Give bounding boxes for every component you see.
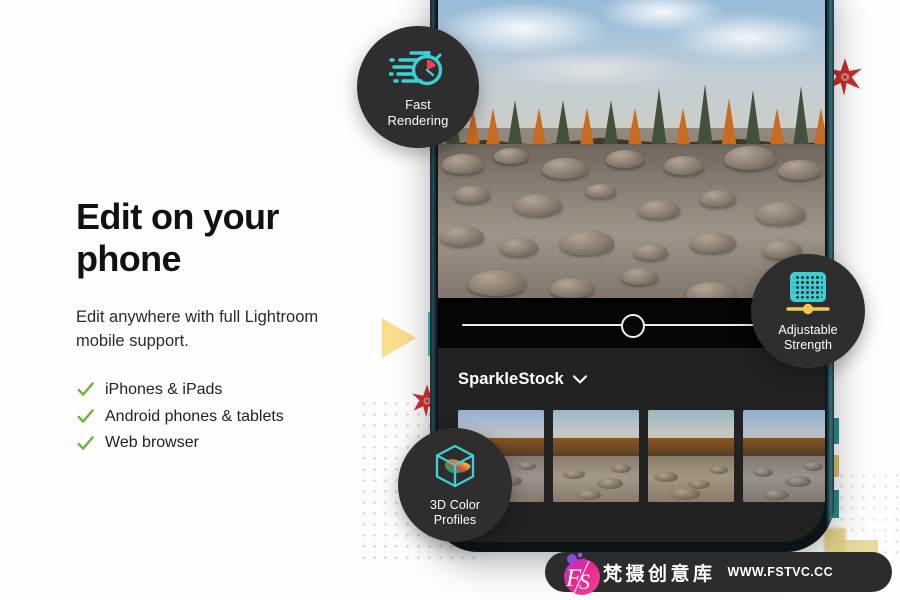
rock (778, 160, 822, 180)
rock (454, 186, 490, 203)
watermark-brand: 梵摄创意库 (603, 562, 716, 585)
thumb-grade (553, 410, 639, 502)
rock (586, 184, 616, 198)
rock (468, 270, 526, 296)
feature-list: iPhones & iPads Android phones & tablets… (76, 379, 376, 454)
list-item: Android phones & tablets (76, 406, 376, 428)
copy-block: Edit on your phone Edit anywhere with fu… (76, 196, 376, 459)
svg-text:S: S (579, 569, 590, 594)
stopwatch-speed-icon (389, 51, 443, 86)
preset-thumb-2[interactable] (553, 410, 639, 502)
preset-thumb-3[interactable] (648, 410, 734, 502)
preset-title: SparkleStock (458, 370, 564, 388)
list-item: Web browser (76, 432, 376, 454)
watermark-url: WWW.FSTVC.CC (727, 565, 833, 579)
dot-grid-right (836, 470, 900, 560)
fs-logo-icon: F S (564, 552, 600, 595)
preset-dropdown[interactable]: SparkleStock (438, 348, 825, 389)
check-icon (77, 382, 94, 397)
rock (634, 244, 668, 260)
color-cube-icon (435, 444, 475, 487)
rock (606, 150, 644, 168)
check-icon (77, 435, 94, 450)
feature-label: Web browser (105, 434, 199, 452)
subtitle: Edit anywhere with full Lightroom mobile… (76, 308, 319, 350)
chevron-down-icon[interactable] (572, 375, 587, 384)
rock (700, 190, 736, 207)
rock (664, 156, 704, 175)
halftone-slider-icon (786, 271, 830, 314)
thumb-grade (648, 410, 734, 502)
hero-photo (438, 0, 825, 298)
badge-label: 3D Color Profiles (429, 497, 481, 527)
badge-label: Adjustable Strength (778, 322, 838, 352)
badge-adjustable-strength[interactable]: Adjustable Strength (751, 254, 865, 368)
rock (514, 194, 562, 216)
rock (440, 226, 484, 246)
rock (494, 148, 528, 164)
rock (756, 202, 806, 225)
rock (724, 146, 776, 170)
page-title: Edit on your phone (76, 196, 279, 280)
watermark-bar: F S 梵摄创意库 WWW.FSTVC.CC (545, 552, 892, 595)
promo-slide: Edit on your phone Edit anywhere with fu… (0, 0, 900, 600)
rock (686, 282, 736, 298)
preset-thumb-4[interactable] (743, 410, 825, 502)
rock (560, 230, 614, 255)
rock (690, 232, 736, 253)
badge-3d-color-profiles[interactable]: 3D Color Profiles (398, 428, 512, 542)
preset-thumbnail-strip (458, 410, 825, 502)
rock (638, 200, 680, 219)
thumb-grade (743, 410, 825, 502)
badge-fast-rendering[interactable]: Fast Rendering (357, 26, 479, 148)
rock (542, 158, 588, 179)
rock (550, 278, 594, 298)
rock (622, 268, 658, 285)
check-icon (77, 409, 94, 423)
badge-label: Fast Rendering (387, 97, 449, 128)
feature-label: iPhones & iPads (105, 381, 223, 399)
rock (500, 238, 538, 256)
yellow-triangle-decoration (382, 318, 416, 358)
list-item: iPhones & iPads (76, 379, 376, 401)
rock (442, 154, 484, 174)
feature-label: Android phones & tablets (105, 407, 284, 425)
slider-thumb[interactable] (620, 314, 645, 338)
